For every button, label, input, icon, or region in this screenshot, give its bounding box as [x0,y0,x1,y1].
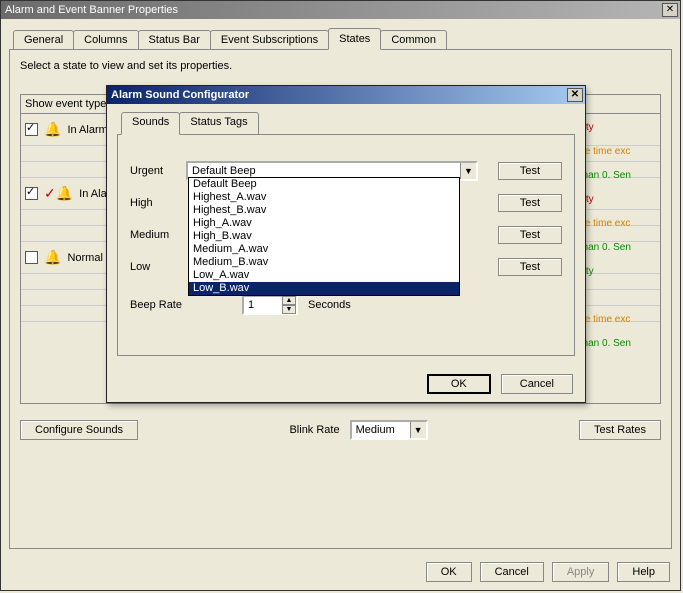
medium-label: Medium [130,229,176,241]
ok-button[interactable]: OK [426,562,472,582]
urgent-label: Urgent [130,165,176,177]
dialog-title: Alarm Sound Configurator [111,89,249,101]
dropdown-option[interactable]: High_B.wav [189,230,459,243]
tab-status-tags[interactable]: Status Tags [179,112,258,134]
dropdown-option[interactable]: Default Beep [189,178,459,191]
spinner-down-icon[interactable]: ▼ [282,305,296,314]
dropdown-option[interactable]: High_A.wav [189,217,459,230]
tab-states[interactable]: States [328,28,381,50]
tab-columns[interactable]: Columns [73,30,138,49]
dropdown-option[interactable]: Low_A.wav [189,269,459,282]
beep-rate-label: Beep Rate [130,299,182,311]
dialog-close-icon[interactable]: ✕ [567,88,583,102]
chevron-down-icon: ▼ [410,422,426,438]
beep-rate-row: Beep Rate 1 ▲ ▼ Seconds [130,295,351,315]
lower-controls: Configure Sounds Blink Rate Medium ▼ Tes… [20,420,661,440]
dialog-titlebar[interactable]: Alarm Sound Configurator ✕ [107,86,585,104]
dropdown-option[interactable]: Highest_B.wav [189,204,459,217]
main-titlebar[interactable]: Alarm and Event Banner Properties ✕ [1,1,680,19]
high-label: High [130,197,176,209]
dialog-button-row: OK Cancel [427,374,573,394]
dialog-cancel-button[interactable]: Cancel [501,374,573,394]
chevron-down-icon: ▼ [460,163,476,179]
tab-sounds[interactable]: Sounds [121,112,180,135]
configure-sounds-button[interactable]: Configure Sounds [20,420,138,440]
state-label: In Alarm [67,124,107,136]
dialog-panel-sounds: Urgent Default Beep ▼ Test High Test Med… [117,134,575,356]
bell-icon: 🔔 [44,121,61,138]
test-medium-button[interactable]: Test [498,226,562,244]
beep-rate-unit: Seconds [308,299,351,311]
tab-status-bar[interactable]: Status Bar [138,30,211,49]
checkbox-in-alarm[interactable] [25,123,38,136]
hint-text: Select a state to view and set its prope… [20,60,661,72]
dropdown-option[interactable]: Medium_B.wav [189,256,459,269]
low-label: Low [130,261,176,273]
bell-blue-icon: 🔔 [44,249,61,266]
blink-rate-value: Medium [356,424,395,436]
checkbox-in-alarm-ack[interactable] [25,187,38,200]
urgent-dropdown-list[interactable]: Default BeepHighest_A.wavHighest_B.wavHi… [188,177,460,296]
checkbox-normal[interactable] [25,251,38,264]
test-low-button[interactable]: Test [498,258,562,276]
main-button-row: OK Cancel Apply Help [426,562,670,582]
dropdown-option[interactable]: Highest_A.wav [189,191,459,204]
beep-rate-spinner[interactable]: 1 ▲ ▼ [242,295,298,315]
dialog-tabs: Sounds Status Tags [117,112,575,134]
help-button[interactable]: Help [617,562,670,582]
bell-ack-icon: ✓🔔 [44,185,73,202]
dropdown-option[interactable]: Medium_A.wav [189,243,459,256]
alarm-sound-dialog: Alarm Sound Configurator ✕ Sounds Status… [106,85,586,403]
spinner-up-icon[interactable]: ▲ [282,296,296,305]
cancel-button[interactable]: Cancel [480,562,544,582]
dialog-body: Sounds Status Tags Urgent Default Beep ▼… [107,104,585,402]
tab-common[interactable]: Common [380,30,447,49]
urgent-value: Default Beep [192,165,256,177]
close-icon[interactable]: ✕ [662,3,678,17]
blink-rate-label: Blink Rate [289,424,339,436]
tab-event-subscriptions[interactable]: Event Subscriptions [210,30,329,49]
test-high-button[interactable]: Test [498,194,562,212]
dialog-ok-button[interactable]: OK [427,374,491,394]
test-urgent-button[interactable]: Test [498,162,562,180]
blink-rate-select[interactable]: Medium ▼ [350,420,428,440]
main-tabs: General Columns Status Bar Event Subscri… [9,27,672,49]
beep-rate-value: 1 [244,299,282,311]
dropdown-option[interactable]: Low_B.wav [189,282,459,295]
tab-general[interactable]: General [13,30,74,49]
main-window: Alarm and Event Banner Properties ✕ Gene… [0,0,681,591]
test-rates-button[interactable]: Test Rates [579,420,661,440]
apply-button: Apply [552,562,610,582]
main-title: Alarm and Event Banner Properties [5,4,178,16]
